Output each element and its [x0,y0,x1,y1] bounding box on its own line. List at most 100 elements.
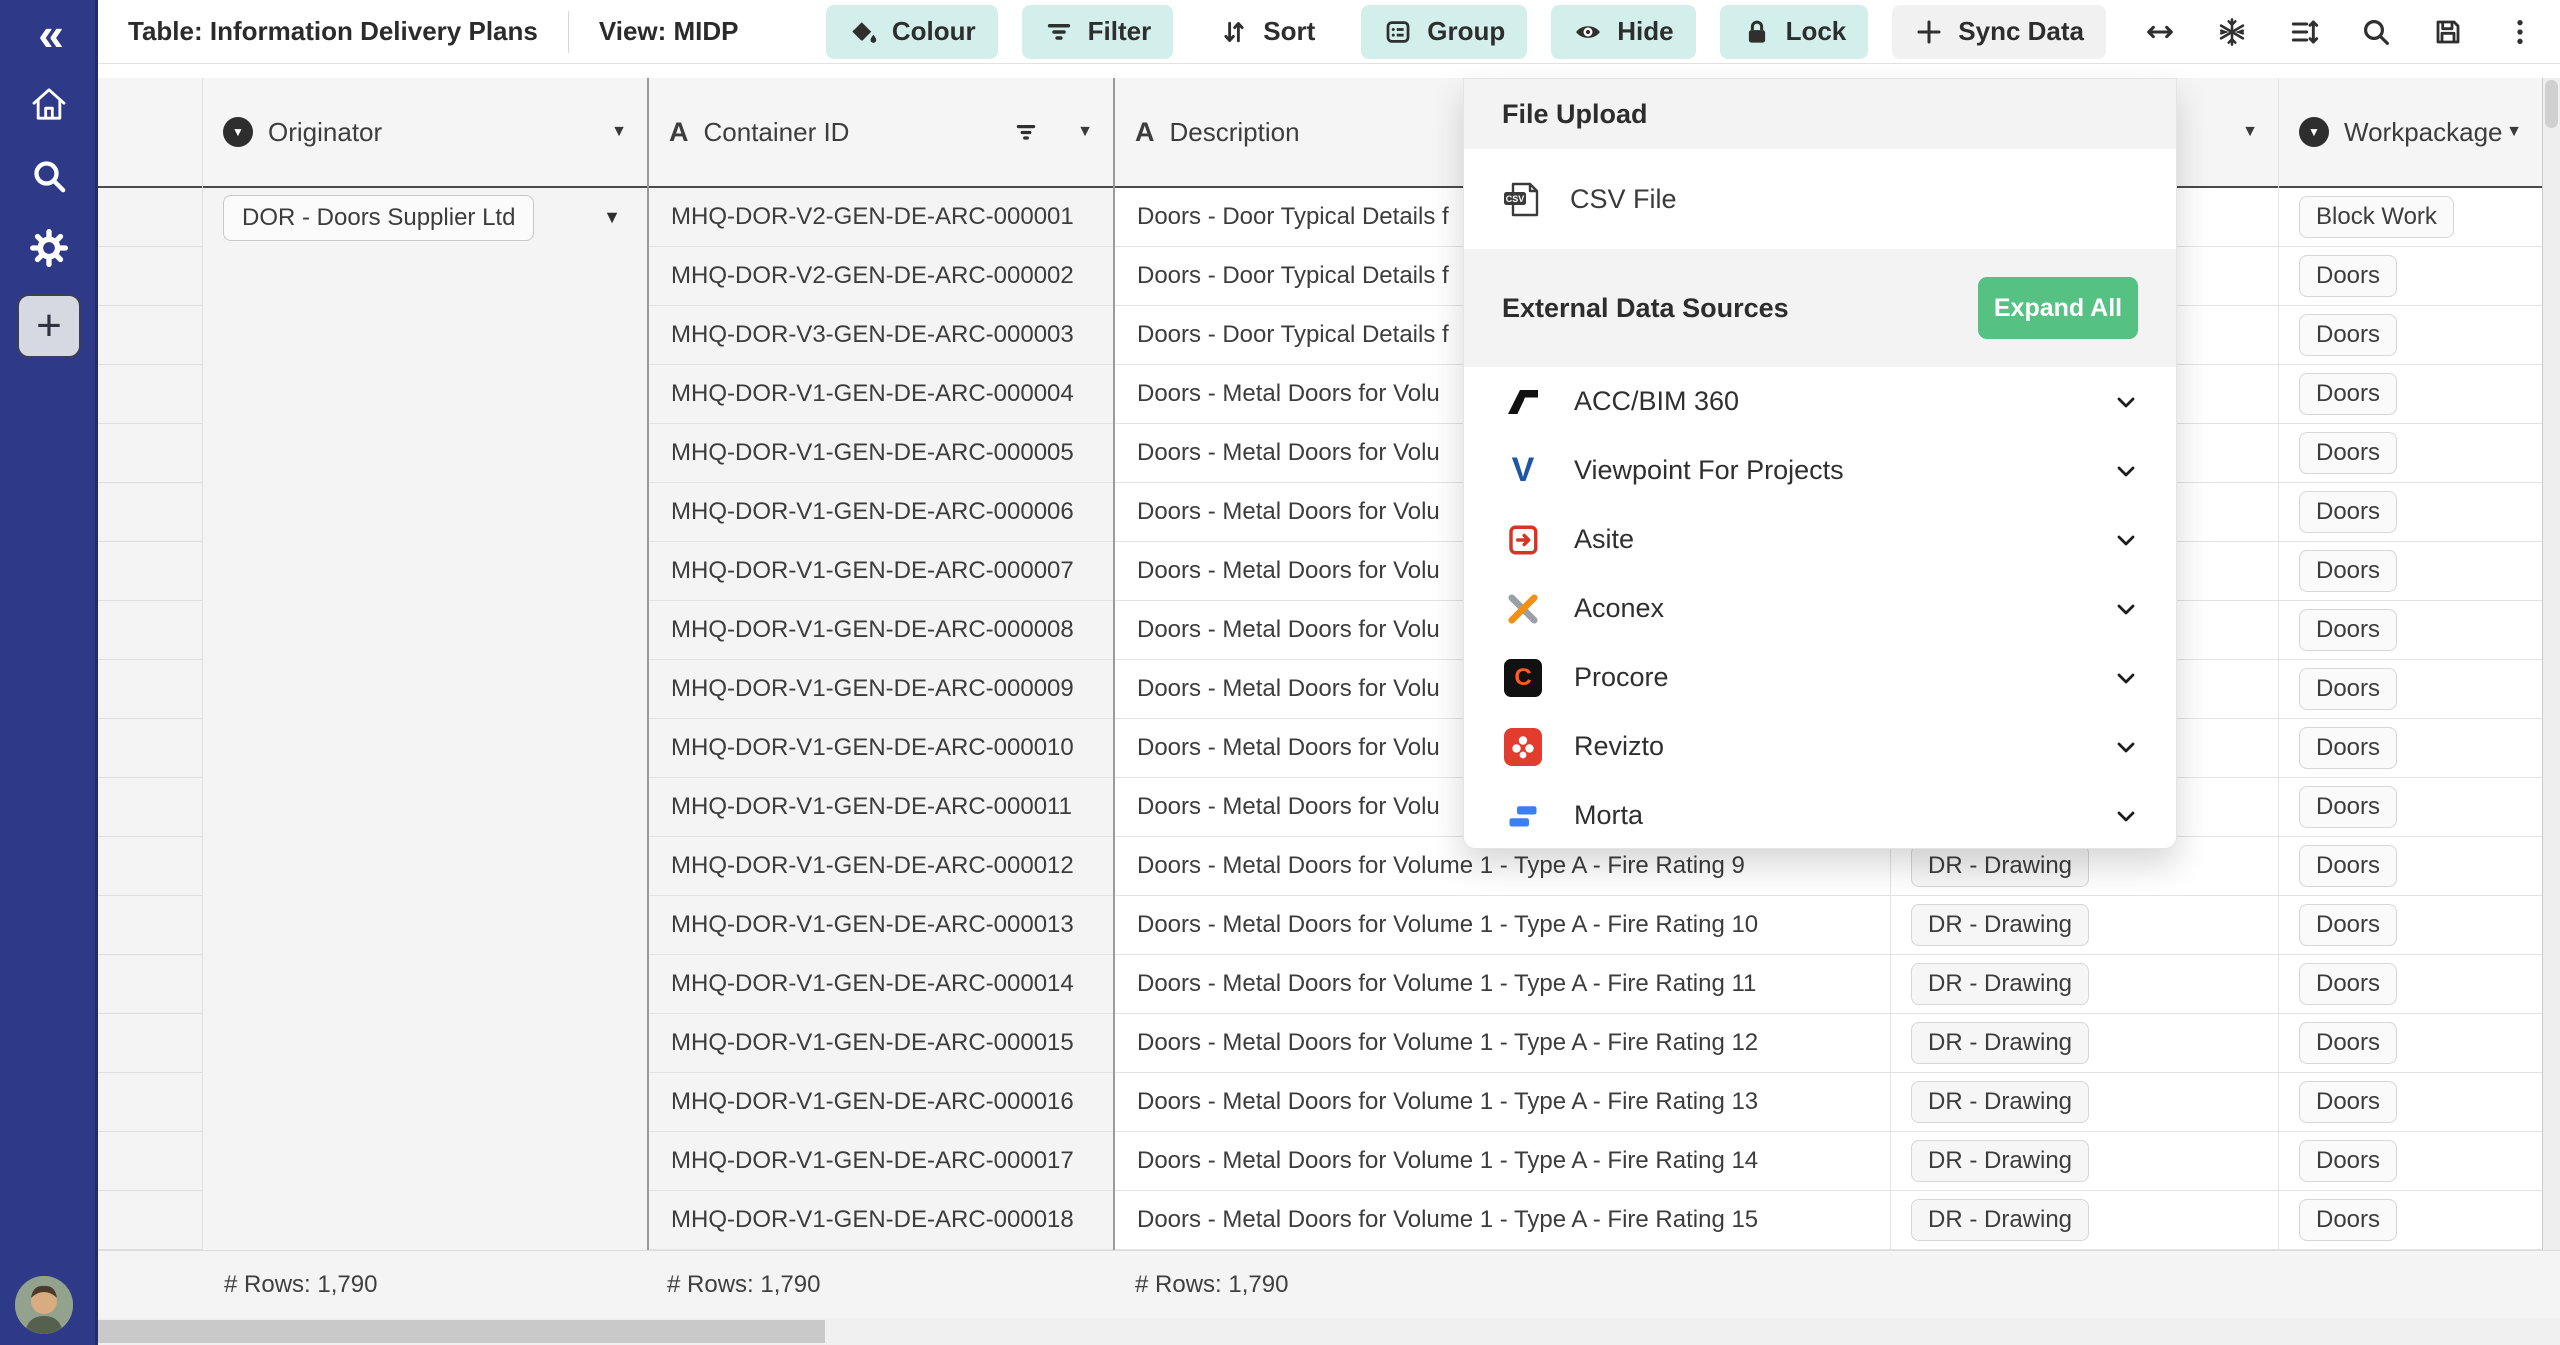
workpackage-cell[interactable]: Doors [2279,660,2542,719]
hide-button[interactable]: Hide [1551,5,1695,59]
chevron-down-icon[interactable] [2114,390,2138,414]
expand-all-button[interactable]: Expand All [1978,277,2138,339]
workpackage-chip[interactable]: Doors [2299,963,2397,1005]
row-gutter-cell[interactable] [98,306,202,365]
workpackage-chip[interactable]: Doors [2299,668,2397,710]
row-gutter-cell[interactable] [98,1191,202,1250]
workpackage-cell[interactable]: Doors [2279,306,2542,365]
vertical-scrollbar[interactable] [2543,78,2560,1250]
row-gutter-cell[interactable] [98,660,202,719]
source-item-procore[interactable]: CProcore [1464,643,2176,712]
column-header-originator[interactable]: ▼Originator▼ [203,78,647,188]
container-id-cell[interactable]: MHQ-DOR-V1-GEN-DE-ARC-000004 [649,365,1113,424]
container-id-cell[interactable]: MHQ-DOR-V1-GEN-DE-ARC-000013 [649,896,1113,955]
container-id-cell[interactable]: MHQ-DOR-V1-GEN-DE-ARC-000017 [649,1132,1113,1191]
document-type-chip[interactable]: DR - Drawing [1911,1081,2089,1123]
cell-dropdown-caret-icon[interactable]: ▼ [603,207,621,228]
workpackage-chip[interactable]: Doors [2299,432,2397,474]
search-icon[interactable] [0,148,98,204]
row-gutter-cell[interactable] [98,365,202,424]
description-cell[interactable]: Doors - Metal Doors for Volume 1 - Type … [1115,1132,1890,1191]
save-icon[interactable] [2430,12,2466,52]
document-type-cell[interactable]: DR - Drawing [1891,896,2278,955]
workpackage-cell[interactable]: Doors [2279,955,2542,1014]
document-type-cell[interactable]: DR - Drawing [1891,955,2278,1014]
sort-button[interactable]: Sort [1197,5,1337,59]
workpackage-cell[interactable]: Doors [2279,896,2542,955]
workpackage-chip[interactable]: Doors [2299,550,2397,592]
sync-data-button[interactable]: Sync Data [1892,5,2106,59]
home-icon[interactable] [0,76,98,132]
row-height-icon[interactable] [2286,12,2322,52]
row-gutter-cell[interactable] [98,1014,202,1073]
workpackage-cell[interactable]: Doors [2279,424,2542,483]
row-gutter-cell[interactable] [98,483,202,542]
description-cell[interactable]: Doors - Metal Doors for Volume 1 - Type … [1115,896,1890,955]
column-filter-icon[interactable] [1013,119,1039,145]
container-id-cell[interactable]: MHQ-DOR-V1-GEN-DE-ARC-000015 [649,1014,1113,1073]
container-id-cell[interactable]: MHQ-DOR-V1-GEN-DE-ARC-000006 [649,483,1113,542]
row-gutter-cell[interactable] [98,1132,202,1191]
container-id-cell[interactable]: MHQ-DOR-V1-GEN-DE-ARC-000007 [649,542,1113,601]
source-item-morta[interactable]: Morta [1464,781,2176,849]
container-id-cell[interactable]: MHQ-DOR-V1-GEN-DE-ARC-000010 [649,719,1113,778]
avatar[interactable] [15,1276,73,1334]
description-cell[interactable]: Doors - Metal Doors for Volume 1 - Type … [1115,1073,1890,1132]
workpackage-chip[interactable]: Doors [2299,845,2397,887]
workpackage-cell[interactable]: Doors [2279,837,2542,896]
container-id-cell[interactable]: MHQ-DOR-V1-GEN-DE-ARC-000008 [649,601,1113,660]
container-id-cell[interactable]: MHQ-DOR-V1-GEN-DE-ARC-000018 [649,1191,1113,1250]
filter-button[interactable]: Filter [1022,5,1174,59]
workpackage-cell[interactable]: Doors [2279,719,2542,778]
workpackage-chip[interactable]: Doors [2299,491,2397,533]
container-id-cell[interactable]: MHQ-DOR-V1-GEN-DE-ARC-000009 [649,660,1113,719]
document-type-chip[interactable]: DR - Drawing [1911,1022,2089,1064]
description-cell[interactable]: Doors - Metal Doors for Volume 1 - Type … [1115,1191,1890,1250]
workpackage-cell[interactable]: Doors [2279,1132,2542,1191]
workpackage-chip[interactable]: Doors [2299,727,2397,769]
container-id-cell[interactable]: MHQ-DOR-V2-GEN-DE-ARC-000001 [649,188,1113,247]
column-header-workpackage[interactable]: ▼Workpackage▼ [2279,78,2542,188]
chevron-down-icon[interactable] [2114,597,2138,621]
source-item-acc-bim-360[interactable]: ACC/BIM 360 [1464,367,2176,436]
column-header-container[interactable]: AContainer ID▼ [649,78,1113,188]
more-icon[interactable] [2502,12,2538,52]
column-menu-caret-icon[interactable]: ▼ [2242,123,2258,141]
document-type-chip[interactable]: DR - Drawing [1911,1140,2089,1182]
workpackage-cell[interactable]: Doors [2279,1073,2542,1132]
settings-icon[interactable] [0,220,98,276]
horizontal-scrollbar[interactable] [98,1318,2560,1345]
row-gutter-cell[interactable] [98,424,202,483]
chevron-down-icon[interactable] [2114,804,2138,828]
workpackage-chip[interactable]: Doors [2299,1081,2397,1123]
row-gutter-cell[interactable] [98,247,202,306]
document-type-chip[interactable]: DR - Drawing [1911,963,2089,1005]
row-gutter-cell[interactable] [98,542,202,601]
container-id-cell[interactable]: MHQ-DOR-V3-GEN-DE-ARC-000003 [649,306,1113,365]
row-gutter-cell[interactable] [98,896,202,955]
document-type-cell[interactable]: DR - Drawing [1891,1014,2278,1073]
workpackage-cell[interactable]: Doors [2279,1014,2542,1073]
workpackage-chip[interactable]: Doors [2299,904,2397,946]
column-menu-caret-icon[interactable]: ▼ [611,123,627,141]
workpackage-cell[interactable]: Doors [2279,601,2542,660]
container-id-cell[interactable]: MHQ-DOR-V1-GEN-DE-ARC-000014 [649,955,1113,1014]
row-gutter-cell[interactable] [98,188,202,247]
column-menu-caret-icon[interactable]: ▼ [2506,123,2522,141]
colour-button[interactable]: Colour [826,5,998,59]
chevron-down-icon[interactable] [2114,528,2138,552]
row-gutter-cell[interactable] [98,837,202,896]
container-id-cell[interactable]: MHQ-DOR-V1-GEN-DE-ARC-000005 [649,424,1113,483]
source-item-revizto[interactable]: Revizto [1464,712,2176,781]
source-item-viewpoint-for-projects[interactable]: VViewpoint For Projects [1464,436,2176,505]
workpackage-chip[interactable]: Doors [2299,1199,2397,1241]
document-type-cell[interactable]: DR - Drawing [1891,1191,2278,1250]
column-menu-caret-icon[interactable]: ▼ [1077,123,1093,141]
add-icon[interactable]: + [17,294,81,358]
csv-file-item[interactable]: CSV CSV File [1464,149,2176,249]
search-icon[interactable] [2358,12,2394,52]
container-id-cell[interactable]: MHQ-DOR-V2-GEN-DE-ARC-000002 [649,247,1113,306]
row-gutter-cell[interactable] [98,601,202,660]
row-gutter-cell[interactable] [98,719,202,778]
document-type-chip[interactable]: DR - Drawing [1911,845,2089,887]
